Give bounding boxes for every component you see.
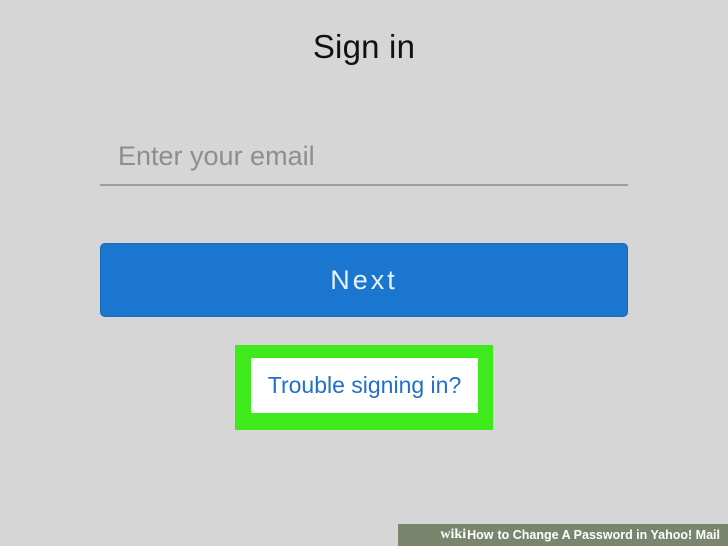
wikihow-logo: wiki	[440, 527, 467, 542]
watermark: wiki How to Change A Password in Yahoo! …	[398, 524, 728, 546]
email-field[interactable]	[100, 128, 628, 186]
trouble-signing-in-link[interactable]: Trouble signing in?	[251, 358, 478, 413]
page-title: Sign in	[312, 28, 416, 65]
next-button[interactable]: Next	[100, 243, 628, 317]
watermark-title: to Change A Password in Yahoo! Mail	[497, 528, 721, 542]
watermark-how: How	[467, 528, 494, 542]
